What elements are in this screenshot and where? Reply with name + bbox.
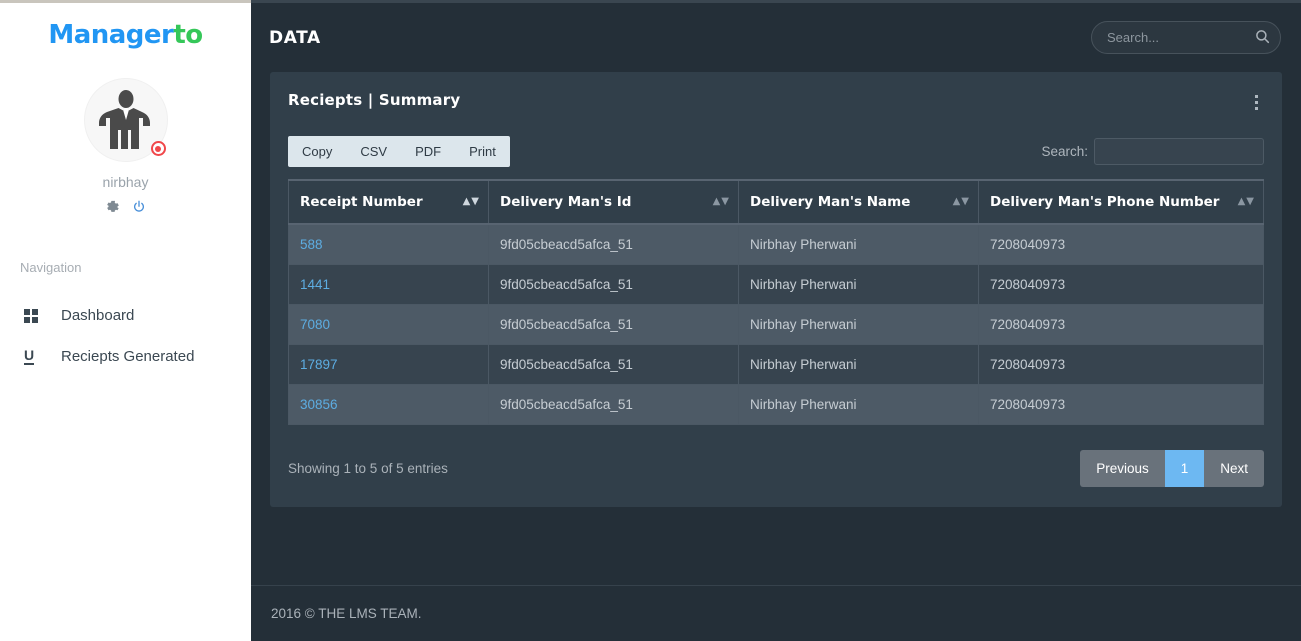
table-footer: Showing 1 to 5 of 5 entries Previous 1 N…: [288, 450, 1264, 487]
global-search: [1091, 21, 1281, 54]
column-label: Receipt Number: [300, 194, 423, 210]
page-footer: 2016 © THE LMS TEAM.: [251, 585, 1301, 641]
column-header-delivery-man-name[interactable]: Delivery Man's Name ▲ ▼: [738, 179, 979, 225]
cell-delivery-man-phone: 7208040973: [978, 344, 1264, 385]
sidebar: Managerto nirbhay Navigation Dashboard U…: [0, 0, 251, 641]
cell-receipt-number: 588: [288, 223, 489, 265]
cell-delivery-man-id: 9fd05cbeacd5afca_51: [488, 304, 739, 345]
sidebar-item-dashboard[interactable]: Dashboard: [0, 295, 251, 336]
cell-receipt-number: 1441: [288, 264, 489, 305]
cell-delivery-man-phone: 7208040973: [978, 223, 1264, 265]
export-button-group: Copy CSV PDF Print: [288, 136, 510, 167]
top-header: DATA: [251, 3, 1301, 72]
table-body: 588 9fd05cbeacd5afca_51 Nirbhay Pherwani…: [288, 223, 1264, 425]
receipt-link[interactable]: 30856: [300, 397, 338, 412]
entries-info: Showing 1 to 5 of 5 entries: [288, 461, 448, 476]
table-row[interactable]: 1441 9fd05cbeacd5afca_51 Nirbhay Pherwan…: [288, 264, 1264, 305]
brand-logo[interactable]: Managerto: [0, 3, 251, 50]
copy-button[interactable]: Copy: [288, 136, 346, 167]
cell-receipt-number: 17897: [288, 344, 489, 385]
cell-delivery-man-name: Nirbhay Pherwani: [738, 344, 979, 385]
logo-text-primary: Manager: [48, 20, 174, 50]
navigation-section-title: Navigation: [20, 260, 82, 275]
main-area: DATA Reciepts | Summary: [251, 0, 1301, 641]
print-button[interactable]: Print: [455, 136, 510, 167]
pagination-previous-button[interactable]: Previous: [1080, 450, 1165, 487]
column-label: Delivery Man's Id: [500, 194, 632, 210]
kebab-menu-icon[interactable]: [1249, 91, 1264, 114]
sidebar-item-label: Dashboard: [61, 307, 135, 324]
navigation-list: Dashboard U Reciepts Generated: [0, 295, 251, 377]
table-row[interactable]: 7080 9fd05cbeacd5afca_51 Nirbhay Pherwan…: [288, 304, 1264, 345]
sidebar-item-label: Reciepts Generated: [61, 348, 195, 365]
cell-delivery-man-id: 9fd05cbeacd5afca_51: [488, 264, 739, 305]
table-search-label: Search:: [1041, 144, 1088, 159]
receipt-link[interactable]: 7080: [300, 317, 330, 332]
cell-delivery-man-name: Nirbhay Pherwani: [738, 223, 979, 265]
cell-delivery-man-phone: 7208040973: [978, 304, 1264, 345]
underline-u-icon: U: [24, 347, 35, 365]
app-root: Managerto nirbhay Navigation Dashboard U…: [0, 0, 1301, 641]
grid-icon: [24, 308, 50, 323]
sidebar-item-reciepts-generated[interactable]: U Reciepts Generated: [0, 336, 251, 377]
sort-icon: ▲ ▼: [462, 196, 479, 207]
card-header: Reciepts | Summary: [288, 91, 1264, 114]
table-row[interactable]: 30856 9fd05cbeacd5afca_51 Nirbhay Pherwa…: [288, 384, 1264, 425]
csv-button[interactable]: CSV: [346, 136, 401, 167]
cell-delivery-man-name: Nirbhay Pherwani: [738, 384, 979, 425]
cell-delivery-man-id: 9fd05cbeacd5afca_51: [488, 344, 739, 385]
cell-delivery-man-name: Nirbhay Pherwani: [738, 304, 979, 345]
table-row[interactable]: 17897 9fd05cbeacd5afca_51 Nirbhay Pherwa…: [288, 344, 1264, 385]
column-header-delivery-man-id[interactable]: Delivery Man's Id ▲ ▼: [488, 179, 739, 225]
pagination-page-1-button[interactable]: 1: [1164, 450, 1205, 487]
column-label: Delivery Man's Phone Number: [990, 194, 1220, 210]
cell-delivery-man-id: 9fd05cbeacd5afca_51: [488, 384, 739, 425]
avatar[interactable]: [83, 78, 168, 162]
profile-actions: [0, 200, 251, 214]
card-title: Reciepts | Summary: [288, 91, 461, 109]
receipt-link[interactable]: 1441: [300, 277, 330, 292]
sort-icon: ▲ ▼: [952, 196, 969, 207]
table-search: Search:: [1041, 138, 1264, 165]
table-toolbar: Copy CSV PDF Print Search:: [288, 136, 1264, 167]
table-search-input[interactable]: [1094, 138, 1264, 165]
status-indicator-icon: [150, 141, 166, 156]
receipt-link[interactable]: 17897: [300, 357, 338, 372]
receipt-link[interactable]: 588: [300, 237, 323, 252]
table-row[interactable]: 588 9fd05cbeacd5afca_51 Nirbhay Pherwani…: [288, 223, 1264, 265]
copyright-text: 2016 © THE LMS TEAM.: [271, 606, 422, 621]
page-title: DATA: [269, 27, 321, 48]
table-head: Receipt Number ▲▼ Delivery Man's Id ▲▼: [288, 179, 1264, 225]
cell-receipt-number: 7080: [288, 304, 489, 345]
logo-text-secondary: to: [173, 20, 203, 50]
pagination: Previous 1 Next: [1080, 450, 1264, 487]
search-input[interactable]: [1091, 21, 1281, 54]
username-label: nirbhay: [102, 174, 149, 190]
content-area: Reciepts | Summary Copy CSV PDF Print Se…: [251, 72, 1301, 585]
power-icon[interactable]: [132, 200, 146, 214]
sort-icon: ▲ ▼: [1237, 196, 1254, 207]
cell-delivery-man-phone: 7208040973: [978, 384, 1264, 425]
pagination-next-button[interactable]: Next: [1204, 450, 1264, 487]
reciepts-summary-card: Reciepts | Summary Copy CSV PDF Print Se…: [270, 72, 1282, 507]
user-profile: nirbhay: [0, 78, 251, 214]
gear-icon[interactable]: [106, 200, 120, 214]
sort-icon: ▲ ▼: [712, 196, 729, 207]
column-header-receipt-number[interactable]: Receipt Number ▲ ▼: [288, 179, 489, 225]
table-header-row: Receipt Number ▲▼ Delivery Man's Id ▲▼: [288, 179, 1264, 225]
cell-delivery-man-phone: 7208040973: [978, 264, 1264, 305]
cell-delivery-man-id: 9fd05cbeacd5afca_51: [488, 223, 739, 265]
cell-receipt-number: 30856: [288, 384, 489, 425]
column-label: Delivery Man's Name: [750, 194, 911, 210]
businessman-avatar-icon: [98, 90, 150, 149]
column-header-delivery-man-phone[interactable]: Delivery Man's Phone Number ▲ ▼: [978, 179, 1264, 225]
reciepts-table: Receipt Number ▲▼ Delivery Man's Id ▲▼: [288, 179, 1264, 425]
pdf-button[interactable]: PDF: [401, 136, 455, 167]
cell-delivery-man-name: Nirbhay Pherwani: [738, 264, 979, 305]
